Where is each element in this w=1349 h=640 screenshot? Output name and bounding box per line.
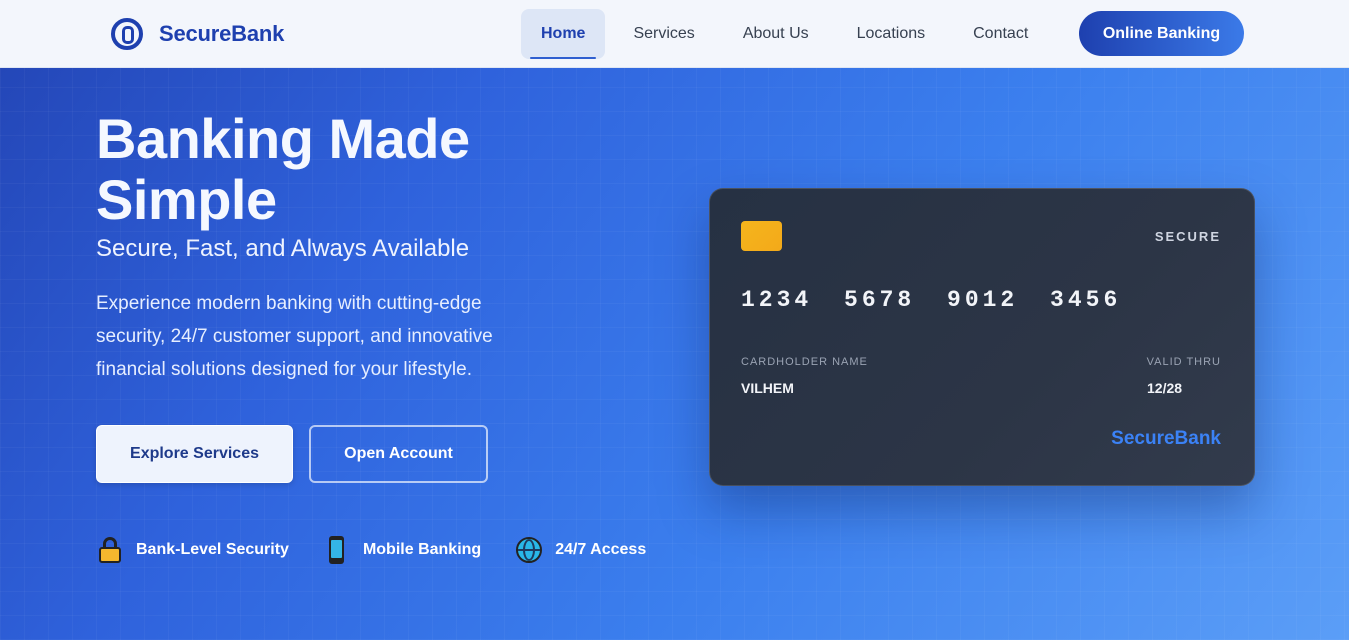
nav-item-locations[interactable]: Locations (837, 9, 946, 59)
card-chip-icon (741, 221, 782, 251)
nav-item-services[interactable]: Services (613, 9, 714, 59)
nav-item-home[interactable]: Home (521, 9, 606, 59)
valid-thru-label: VALID THRU (1146, 356, 1221, 368)
lock-icon (96, 536, 124, 564)
feature-item-security: Bank-Level Security (96, 536, 289, 564)
explore-services-button[interactable]: Explore Services (96, 425, 293, 483)
brand-logo[interactable]: SecureBank (111, 17, 284, 51)
hero-description: Experience modern banking with cutting-e… (96, 293, 493, 380)
feature-item-access: 24/7 Access (515, 536, 646, 564)
main-nav: Home Services About Us Locations Contact (521, 9, 1056, 59)
site-header: SecureBank Home Services About Us Locati… (0, 0, 1349, 68)
feature-list: Bank-Level Security Mobile Banking 24/7 … (96, 535, 680, 565)
online-banking-button[interactable]: Online Banking (1079, 11, 1244, 56)
feature-label: Mobile Banking (362, 541, 482, 558)
feature-label: Bank-Level Security (136, 541, 289, 558)
brand-name: SecureBank (159, 21, 285, 46)
hero-subtitle: Secure, Fast, and Always Available (96, 235, 470, 262)
feature-label: 24/7 Access (555, 541, 647, 558)
valid-thru-value: 12/28 (1147, 380, 1183, 396)
open-account-button[interactable]: Open Account (309, 425, 488, 483)
nav-item-about-us[interactable]: About Us (723, 9, 829, 59)
card-number: 1234 5678 9012 3456 (741, 287, 1122, 313)
card-tag: SECURE (1154, 229, 1221, 244)
hero-title: Banking Made Simple (96, 107, 470, 231)
mobile-phone-icon (323, 536, 351, 564)
feature-item-mobile: Mobile Banking (323, 536, 481, 564)
hero-section: Banking Made Simple Secure, Fast, and Al… (0, 68, 1349, 640)
credit-card-illustration: SECURE 1234 5678 9012 3456 CARDHOLDER NA… (709, 188, 1255, 486)
globe-icon (515, 536, 543, 564)
nav-item-contact[interactable]: Contact (953, 9, 1048, 59)
circle-logo-icon (111, 18, 143, 50)
cardholder-name: VILHEM (741, 380, 794, 396)
card-brand: SecureBank (1111, 428, 1221, 449)
cardholder-label: CARDHOLDER NAME (741, 356, 868, 368)
